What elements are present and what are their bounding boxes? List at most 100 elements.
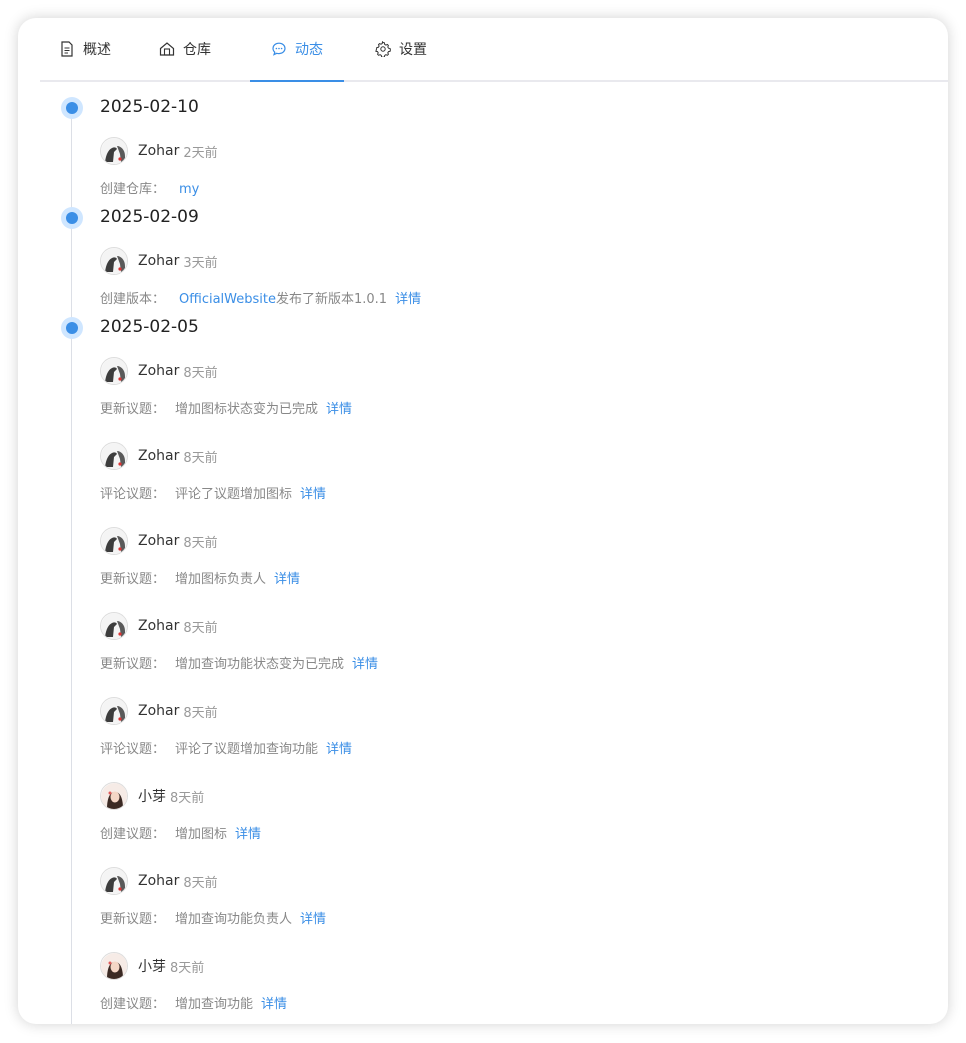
activity-entry: Zohar 2天前 创建仓库： my (100, 136, 948, 204)
user-name[interactable]: Zohar (138, 873, 179, 889)
entry-user: Zohar 8天前 (100, 611, 218, 641)
relative-time: 8天前 (183, 620, 218, 636)
tab-label: 仓库 (183, 42, 211, 58)
relative-time: 8天前 (183, 705, 218, 721)
relative-time: 3天前 (183, 255, 218, 271)
details-link[interactable]: 详情 (326, 742, 352, 757)
action-label: 更新议题： (100, 572, 166, 587)
relative-time: 8天前 (183, 875, 218, 891)
timeline-date: 2025-02-09 (100, 207, 199, 227)
entry-user: Zohar 8天前 (100, 356, 218, 386)
repo-link[interactable]: my (179, 182, 199, 197)
action-label: 创建议题： (100, 827, 166, 842)
action-text: 评论了议题增加图标 (175, 487, 293, 502)
relative-time: 8天前 (183, 535, 218, 551)
entry-user: 小芽 8天前 (100, 781, 204, 811)
tab-label: 概述 (83, 42, 111, 58)
relative-time: 8天前 (170, 790, 205, 806)
activity-entry: Zohar 3天前 创建版本： OfficialWebsite发布了新版本1.0.… (100, 246, 948, 314)
relative-time: 8天前 (183, 450, 218, 466)
action-label: 更新议题： (100, 657, 166, 672)
entry-user: Zohar 8天前 (100, 866, 218, 896)
tab-activity[interactable]: 动态 (250, 18, 344, 82)
action-label: 创建版本： (100, 292, 166, 307)
tab-bar: 概述 仓库 动态 设置 (40, 18, 948, 82)
details-link[interactable]: 详情 (261, 997, 287, 1012)
details-link[interactable]: 详情 (326, 402, 352, 417)
activity-timeline: 2025-02-10 Zohar 2天前 创建仓库： my 2025-02-09 … (18, 80, 948, 1024)
timeline-line (71, 100, 72, 1024)
chat-bubble-icon (271, 41, 287, 57)
action-text: 增加查询功能 (175, 997, 254, 1012)
action-label: 更新议题： (100, 912, 166, 927)
activity-entry: 小芽 8天前 创建议题： 增加查询功能 详情 (100, 951, 948, 1019)
entry-action: 创建版本： OfficialWebsite发布了新版本1.0.1 详情 (100, 288, 429, 307)
avatar[interactable] (100, 357, 128, 385)
entry-action: 更新议题： 增加查询功能状态变为已完成 详情 (100, 653, 386, 672)
timeline-date: 2025-02-05 (100, 317, 199, 337)
tab-label: 设置 (399, 42, 427, 58)
tab-overview[interactable]: 概述 (40, 18, 130, 80)
tab-label: 动态 (295, 42, 323, 58)
entry-action: 评论议题： 评论了议题增加图标 详情 (100, 483, 334, 502)
document-icon (59, 41, 75, 57)
entry-action: 创建仓库： my (100, 178, 199, 197)
entry-user: Zohar 2天前 (100, 136, 218, 166)
action-text: 增加查询功能负责人 (175, 912, 293, 927)
timeline-dot (61, 207, 83, 229)
tab-settings[interactable]: 设置 (356, 18, 446, 80)
details-link[interactable]: 详情 (274, 572, 300, 587)
user-name[interactable]: 小芽 (138, 786, 166, 806)
activity-entry: Zohar 8天前 评论议题： 评论了议题增加查询功能 详情 (100, 696, 948, 764)
entry-action: 创建议题： 增加查询功能 详情 (100, 993, 295, 1012)
entry-action: 更新议题： 增加查询功能负责人 详情 (100, 908, 334, 927)
avatar[interactable] (100, 137, 128, 165)
activity-entry: Zohar 8天前 更新议题： 增加查询功能状态变为已完成 详情 (100, 611, 948, 679)
avatar[interactable] (100, 247, 128, 275)
entry-user: Zohar 8天前 (100, 526, 218, 556)
repo-link[interactable]: OfficialWebsite (179, 292, 276, 307)
timeline-date: 2025-02-10 (100, 97, 199, 117)
user-name[interactable]: Zohar (138, 533, 179, 549)
details-link[interactable]: 详情 (352, 657, 378, 672)
avatar[interactable] (100, 697, 128, 725)
entry-user: Zohar 3天前 (100, 246, 218, 276)
user-name[interactable]: Zohar (138, 703, 179, 719)
activity-card: 概述 仓库 动态 设置 2025-02-10 Zohar 2天前 创建仓库： m… (18, 18, 948, 1024)
details-link[interactable]: 详情 (300, 487, 326, 502)
action-text: 增加图标状态变为已完成 (175, 402, 319, 417)
timeline-dot (61, 317, 83, 339)
action-label: 创建仓库： (100, 182, 166, 197)
user-name[interactable]: Zohar (138, 363, 179, 379)
action-label: 评论议题： (100, 742, 166, 757)
user-name[interactable]: Zohar (138, 618, 179, 634)
relative-time: 8天前 (183, 365, 218, 381)
entry-action: 评论议题： 评论了议题增加查询功能 详情 (100, 738, 360, 757)
entry-action: 更新议题： 增加图标状态变为已完成 详情 (100, 398, 360, 417)
entry-action: 更新议题： 增加图标负责人 详情 (100, 568, 308, 587)
avatar[interactable] (100, 527, 128, 555)
avatar[interactable] (100, 952, 128, 980)
avatar[interactable] (100, 867, 128, 895)
action-text: 评论了议题增加查询功能 (175, 742, 319, 757)
avatar[interactable] (100, 442, 128, 470)
user-name[interactable]: 小芽 (138, 956, 166, 976)
user-name[interactable]: Zohar (138, 253, 179, 269)
user-name[interactable]: Zohar (138, 143, 179, 159)
details-link[interactable]: 详情 (300, 912, 326, 927)
details-link[interactable]: 详情 (395, 292, 421, 307)
action-text: 增加图标负责人 (175, 572, 267, 587)
avatar[interactable] (100, 782, 128, 810)
relative-time: 8天前 (170, 960, 205, 976)
activity-entry: Zohar 8天前 更新议题： 增加图标状态变为已完成 详情 (100, 356, 948, 424)
tab-repository[interactable]: 仓库 (140, 18, 230, 80)
relative-time: 2天前 (183, 145, 218, 161)
entry-user: 小芽 8天前 (100, 951, 204, 981)
avatar[interactable] (100, 612, 128, 640)
activity-entry: Zohar 8天前 更新议题： 增加图标负责人 详情 (100, 526, 948, 594)
details-link[interactable]: 详情 (235, 827, 261, 842)
activity-entry: Zohar 8天前 评论议题： 评论了议题增加图标 详情 (100, 441, 948, 509)
action-text: 增加图标 (175, 827, 228, 842)
user-name[interactable]: Zohar (138, 448, 179, 464)
action-label: 更新议题： (100, 402, 166, 417)
